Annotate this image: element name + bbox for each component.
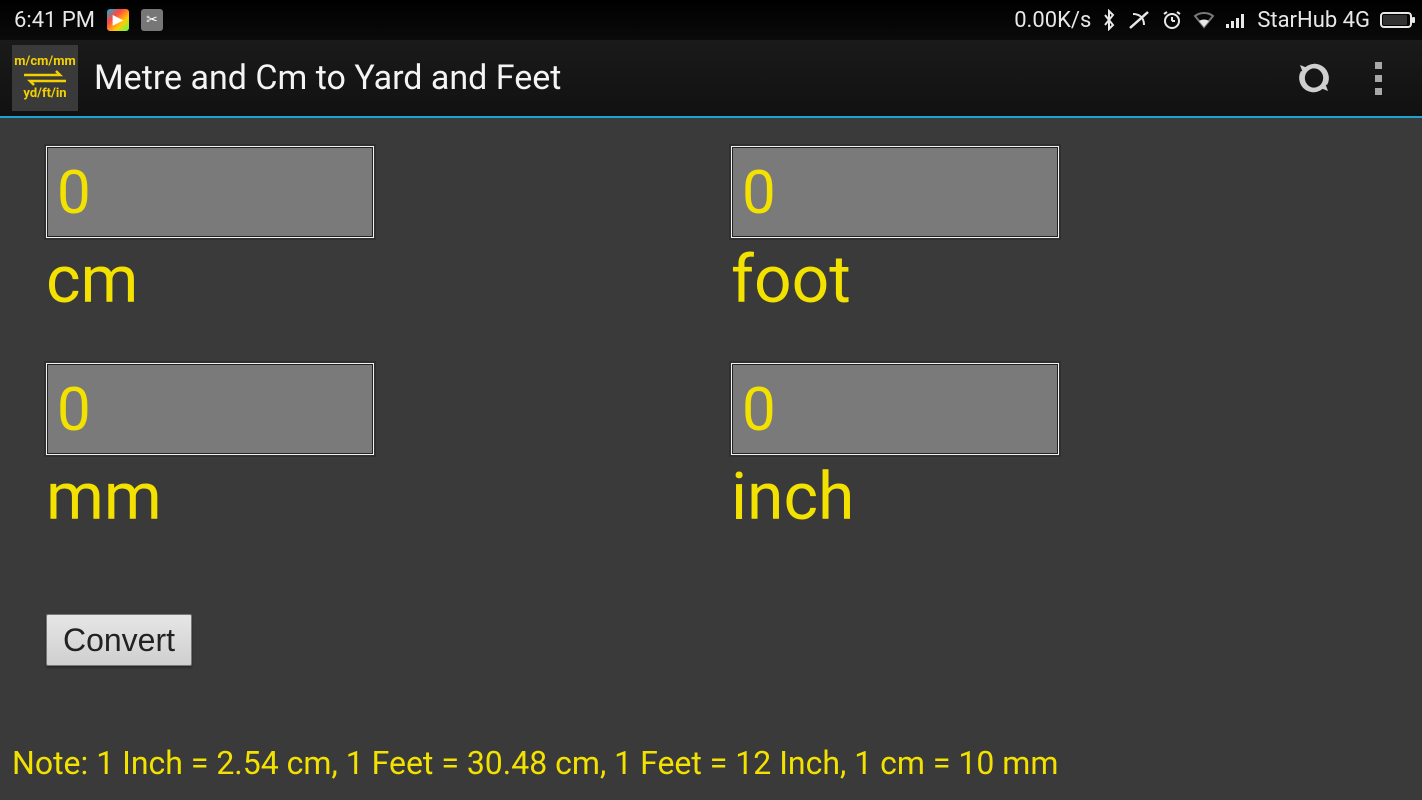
status-bar: 6:41 PM ▶ ✂ 0.00K/s StarHub 4G xyxy=(0,0,1422,40)
app-icon-top-text: m/cm/mm xyxy=(14,55,75,69)
overflow-menu-button[interactable] xyxy=(1346,46,1410,110)
bluetooth-icon xyxy=(1101,9,1117,31)
action-bar: m/cm/mm yd/ft/in Metre and Cm to Yard an… xyxy=(0,40,1422,118)
foot-input[interactable] xyxy=(731,146,1059,238)
mute-icon xyxy=(1127,9,1151,31)
convert-button[interactable]: Convert xyxy=(46,614,192,666)
field-inch: inch xyxy=(731,363,1376,536)
play-store-icon: ▶ xyxy=(107,9,129,31)
refresh-icon xyxy=(1294,58,1334,98)
field-cm: cm xyxy=(46,146,691,319)
fields-grid: cm foot mm inch xyxy=(46,146,1376,536)
note-text: Note: 1 Inch = 2.54 cm, 1 Feet = 30.48 c… xyxy=(12,744,1058,782)
app-icon: m/cm/mm yd/ft/in xyxy=(12,45,78,111)
wifi-icon xyxy=(1193,11,1215,29)
cm-label: cm xyxy=(46,242,691,319)
field-mm: mm xyxy=(46,363,691,536)
app-title: Metre and Cm to Yard and Feet xyxy=(94,58,561,98)
inch-input[interactable] xyxy=(731,363,1059,455)
alarm-icon xyxy=(1161,9,1183,31)
foot-label: foot xyxy=(731,242,1376,319)
status-bar-left: 6:41 PM ▶ ✂ xyxy=(14,8,163,33)
status-bar-right: 0.00K/s StarHub 4G xyxy=(1014,8,1412,33)
refresh-button[interactable] xyxy=(1282,46,1346,110)
cm-input[interactable] xyxy=(46,146,374,238)
app-icon-bottom-text: yd/ft/in xyxy=(23,87,66,101)
status-carrier: StarHub 4G xyxy=(1257,8,1370,33)
status-time: 6:41 PM xyxy=(14,8,95,33)
mm-label: mm xyxy=(46,459,691,536)
main-content: cm foot mm inch Convert Note: 1 Inch = 2… xyxy=(0,118,1422,798)
field-foot: foot xyxy=(731,146,1376,319)
swap-arrows-icon xyxy=(20,69,70,87)
inch-label: inch xyxy=(731,459,1376,536)
screenshot-icon: ✂ xyxy=(141,9,163,31)
signal-icon xyxy=(1225,11,1247,29)
mm-input[interactable] xyxy=(46,363,374,455)
more-vert-icon xyxy=(1375,62,1382,95)
status-net-speed: 0.00K/s xyxy=(1014,8,1091,33)
battery-icon xyxy=(1380,12,1412,28)
